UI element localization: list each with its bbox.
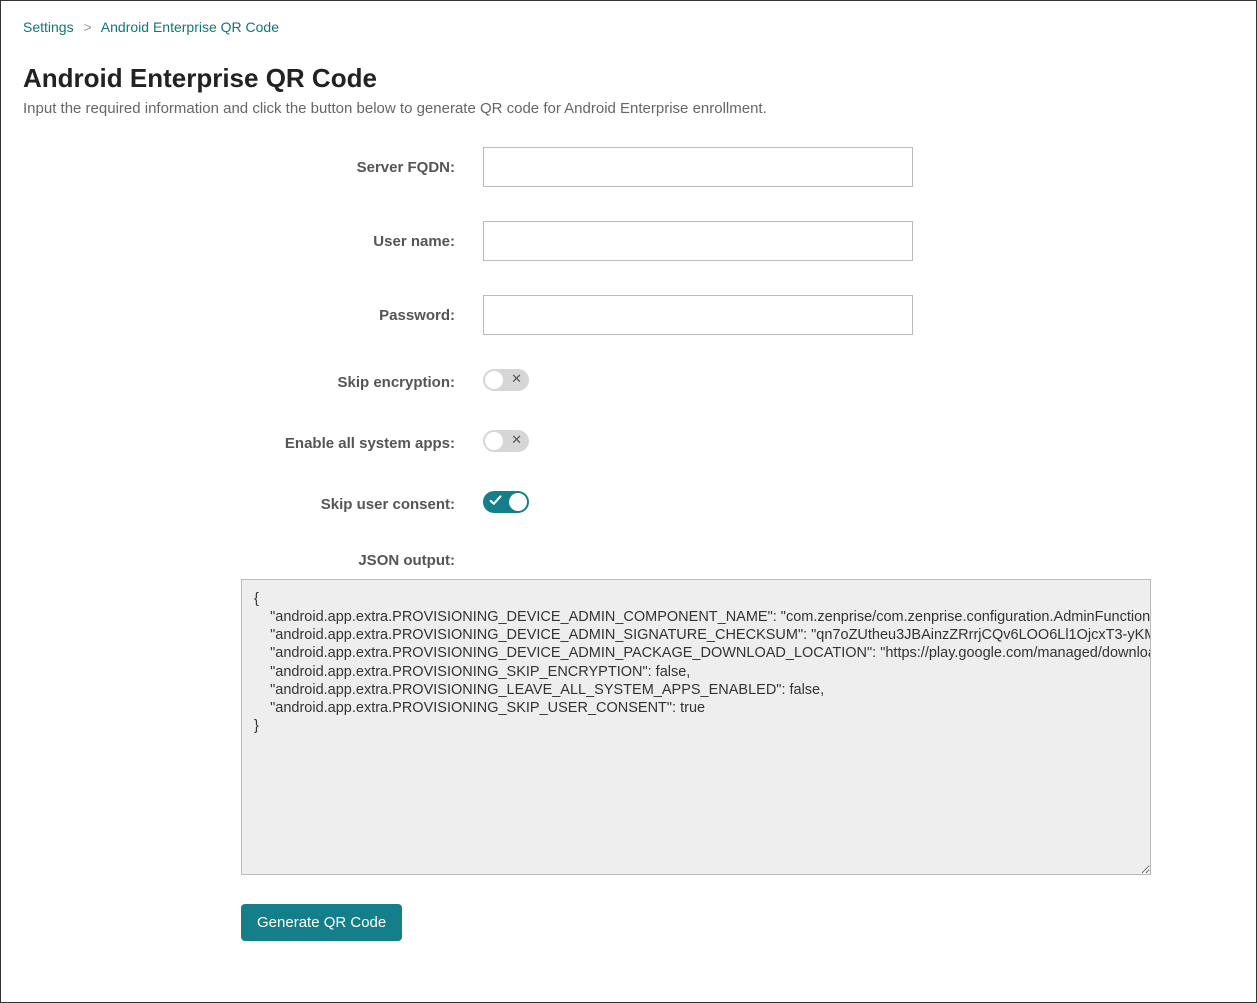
skip-encryption-label: Skip encryption:	[23, 374, 483, 391]
check-icon	[489, 494, 502, 507]
json-output-textarea[interactable]	[241, 579, 1151, 875]
enable-all-system-apps-label: Enable all system apps:	[23, 435, 483, 452]
breadcrumb: Settings > Android Enterprise QR Code	[23, 19, 1234, 35]
breadcrumb-current: Android Enterprise QR Code	[101, 19, 279, 35]
x-icon: ✕	[511, 371, 522, 387]
password-label: Password:	[23, 307, 483, 324]
page-title: Android Enterprise QR Code	[23, 63, 1234, 94]
page-subtitle: Input the required information and click…	[23, 100, 1234, 117]
enable-all-system-apps-toggle[interactable]: ✕	[483, 430, 529, 452]
server-fqdn-label: Server FQDN:	[23, 159, 483, 176]
user-name-input[interactable]	[483, 221, 913, 261]
skip-user-consent-label: Skip user consent:	[23, 496, 483, 513]
generate-qr-code-button[interactable]: Generate QR Code	[241, 904, 402, 941]
user-name-label: User name:	[23, 233, 483, 250]
skip-encryption-toggle[interactable]: ✕	[483, 369, 529, 391]
x-icon: ✕	[511, 432, 522, 448]
breadcrumb-root-link[interactable]: Settings	[23, 19, 74, 35]
json-output-label: JSON output:	[23, 552, 483, 569]
skip-user-consent-toggle[interactable]	[483, 491, 529, 513]
breadcrumb-separator: >	[83, 19, 91, 35]
password-input[interactable]	[483, 295, 913, 335]
server-fqdn-input[interactable]	[483, 147, 913, 187]
